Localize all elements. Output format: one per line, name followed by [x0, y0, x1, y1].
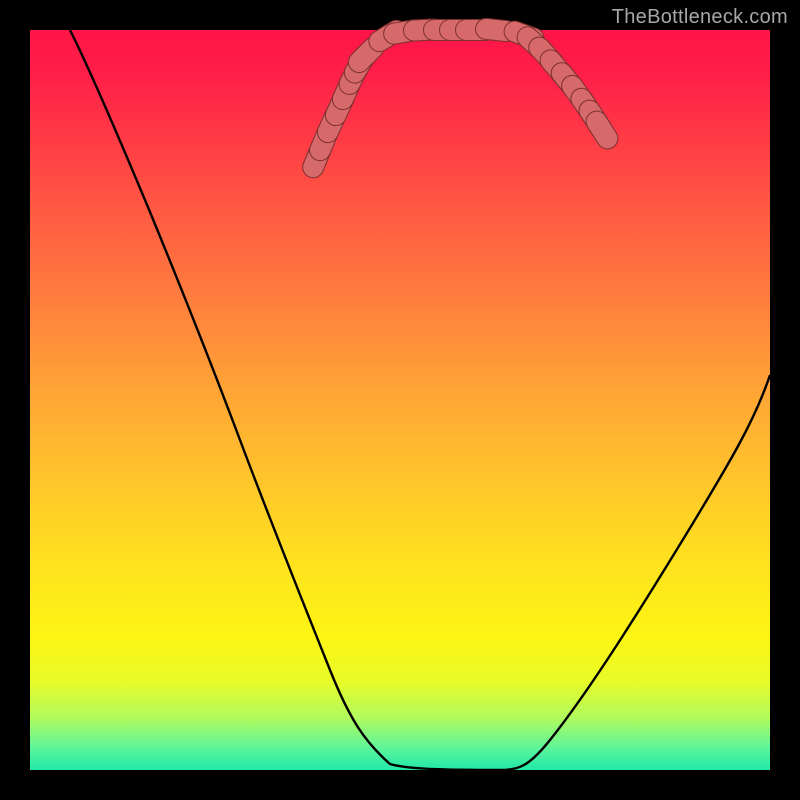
watermark-text: TheBottleneck.com	[612, 6, 788, 29]
curve-marker	[486, 29, 506, 31]
chart-svg	[30, 30, 770, 770]
curve-markers	[313, 29, 607, 167]
curve-marker	[597, 122, 608, 139]
curve-marker	[359, 48, 373, 62]
bottleneck-curve-path	[70, 30, 770, 770]
chart-frame: TheBottleneck.com	[0, 0, 800, 800]
